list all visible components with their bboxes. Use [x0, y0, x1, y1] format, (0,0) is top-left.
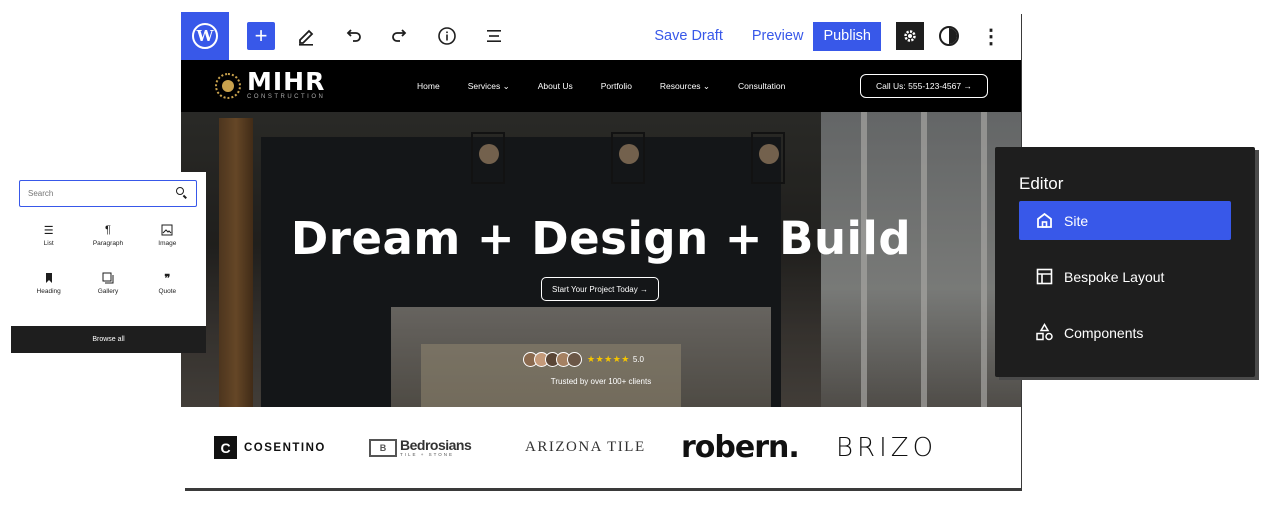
- toolbar-actions: Save Draft Preview Publish ⋮: [654, 12, 1021, 60]
- start-project-button[interactable]: Start Your Project Today →: [541, 277, 659, 301]
- wordpress-icon: W: [192, 23, 218, 49]
- search-input[interactable]: [28, 189, 168, 198]
- shapes-icon: [1035, 323, 1054, 342]
- partner-logos: C COSENTINO B Bedrosians TILE + STONE AR…: [181, 407, 1021, 488]
- redo-button[interactable]: [384, 20, 416, 52]
- pencil-icon: [299, 29, 314, 46]
- block-gallery[interactable]: Gallery: [78, 268, 137, 306]
- site-header: MIHR CONSTRUCTION Home Services ⌄ About …: [181, 60, 1021, 112]
- panel-title: Editor: [1019, 174, 1064, 193]
- settings-button[interactable]: [896, 22, 924, 50]
- nav-link-about[interactable]: About Us: [538, 81, 573, 91]
- bedrosians-logo: B Bedrosians TILE + STONE: [369, 407, 472, 488]
- list-view-icon: [487, 30, 501, 42]
- nav-item-site[interactable]: Site: [1019, 201, 1231, 240]
- plus-icon: +: [254, 23, 268, 48]
- nav-link-services[interactable]: Services ⌄: [468, 81, 510, 92]
- block-image[interactable]: Image: [138, 220, 197, 258]
- contrast-icon[interactable]: [939, 26, 959, 46]
- robern-logo: robern.: [681, 430, 800, 465]
- tools-button[interactable]: [290, 20, 322, 52]
- nav-item-bespoke-layout[interactable]: Bespoke Layout: [1019, 257, 1231, 296]
- nav-item-label: Site: [1064, 212, 1089, 229]
- trusted-text: Trusted by over 100+ clients: [550, 377, 652, 386]
- gallery-icon: [102, 268, 114, 288]
- block-quote[interactable]: ❞ Quote: [138, 268, 197, 306]
- browse-all-button[interactable]: Browse all: [11, 326, 206, 353]
- preview-button[interactable]: Preview: [752, 28, 804, 44]
- editor-shadow: [185, 488, 1022, 491]
- hero-title: Dream + Design + Build: [290, 212, 912, 265]
- list-icon: ☰: [43, 224, 54, 237]
- more-options-icon[interactable]: ⋮: [981, 24, 1001, 49]
- nav-link-home[interactable]: Home: [417, 81, 440, 91]
- bedrosians-mark: B: [369, 438, 397, 457]
- list-view-button[interactable]: [478, 20, 510, 52]
- cosentino-logo: C COSENTINO: [214, 407, 326, 488]
- brand-subtitle: CONSTRUCTION: [247, 94, 326, 100]
- block-list[interactable]: ☰ List: [19, 220, 78, 258]
- nav-link-portfolio[interactable]: Portfolio: [601, 81, 632, 91]
- cosentino-mark: C: [214, 436, 237, 459]
- editor-window: W + Save Draft Preview Publish ⋮ MIHR CO…: [181, 12, 1021, 488]
- sunburst-icon: [215, 72, 241, 99]
- image-icon: [161, 220, 173, 240]
- add-block-button[interactable]: +: [247, 22, 275, 50]
- home-icon: [1035, 211, 1054, 230]
- brizo-logo: BRIZO: [836, 432, 938, 463]
- wordpress-logo-button[interactable]: W: [181, 12, 229, 60]
- block-grid: ☰ List ¶ Paragraph Image Heading Gallery…: [19, 220, 197, 306]
- avatar: [567, 352, 582, 367]
- rating-score: 5.0: [632, 355, 644, 364]
- site-nav-menu: Home Services ⌄ About Us Portfolio Resou…: [417, 60, 813, 112]
- stage: W + Save Draft Preview Publish ⋮ MIHR CO…: [0, 0, 1272, 506]
- save-draft-button[interactable]: Save Draft: [654, 28, 723, 44]
- nav-item-label: Components: [1064, 324, 1144, 341]
- rating-row: ★★★★★ 5.0: [523, 352, 644, 367]
- nav-item-label: Bespoke Layout: [1064, 268, 1165, 285]
- avatar-group: [523, 352, 582, 367]
- quote-icon: ❞: [164, 271, 171, 285]
- bookmark-icon: [44, 268, 54, 288]
- layout-icon: [1035, 267, 1054, 286]
- block-heading[interactable]: Heading: [19, 268, 78, 306]
- redo-icon: [392, 29, 407, 42]
- details-button[interactable]: [431, 20, 463, 52]
- nav-link-resources[interactable]: Resources ⌄: [660, 81, 710, 92]
- publish-button[interactable]: Publish: [813, 21, 881, 51]
- block-inserter: ☰ List ¶ Paragraph Image Heading: [11, 172, 206, 353]
- editor-toolbar: W + Save Draft Preview Publish ⋮: [181, 12, 1021, 60]
- paragraph-icon: ¶: [105, 224, 111, 236]
- arizona-tile-logo: ARIZONA TILE: [525, 439, 646, 455]
- editor-nav-panel: Editor Site Bespoke Layout Components: [995, 147, 1255, 377]
- block-search: [19, 180, 197, 207]
- nav-link-consultation[interactable]: Consultation: [738, 81, 785, 91]
- search-icon: [176, 187, 184, 195]
- star-rating: ★★★★★: [587, 354, 630, 364]
- nav-item-components[interactable]: Components: [1019, 313, 1231, 352]
- undo-icon: [346, 29, 361, 42]
- block-paragraph[interactable]: ¶ Paragraph: [78, 220, 137, 258]
- gear-icon: [904, 30, 916, 42]
- call-us-button[interactable]: Call Us: 555-123-4567 →: [860, 74, 988, 98]
- undo-button[interactable]: [337, 20, 369, 52]
- info-icon: [438, 27, 456, 45]
- site-logo[interactable]: MIHR CONSTRUCTION: [215, 67, 326, 101]
- brand-name: MIHR: [247, 67, 326, 96]
- hero-section: Dream + Design + Build Start Your Projec…: [181, 112, 1021, 407]
